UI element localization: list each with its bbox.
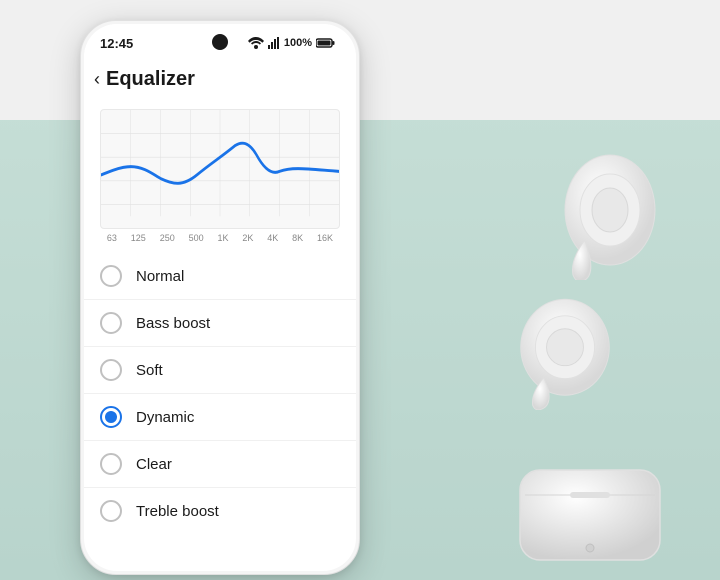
freq-2k: 2K: [242, 233, 253, 243]
earbud-left-svg: [505, 290, 625, 410]
radio-dynamic[interactable]: [100, 406, 122, 428]
status-bar: 12:45 100%: [84, 24, 356, 62]
battery-icon: [316, 37, 336, 49]
eq-label-bass-boost: Bass boost: [136, 315, 210, 332]
earbud-left: [505, 290, 625, 420]
app-header: ‹ Equalizer: [84, 62, 356, 101]
earbud-case: [510, 450, 670, 570]
freq-4k: 4K: [267, 233, 278, 243]
eq-label-clear: Clear: [136, 456, 172, 473]
back-button[interactable]: ‹: [94, 69, 100, 90]
eq-frequency-labels: 63 125 250 500 1K 2K 4K 8K 16K: [84, 229, 356, 243]
signal-icon: [268, 37, 280, 49]
radio-dynamic-fill: [105, 411, 117, 423]
eq-options-list: Normal Bass boost Soft Dynamic Clear: [84, 253, 356, 534]
camera-notch: [212, 34, 228, 50]
eq-label-treble-boost: Treble boost: [136, 503, 219, 520]
freq-16k: 16K: [317, 233, 333, 243]
eq-option-soft[interactable]: Soft: [84, 347, 356, 394]
case-svg: [510, 450, 670, 570]
battery-text: 100%: [284, 37, 312, 49]
freq-250: 250: [160, 233, 175, 243]
radio-soft[interactable]: [100, 359, 122, 381]
phone-screen: 12:45 100%: [84, 24, 356, 571]
eq-option-bass-boost[interactable]: Bass boost: [84, 300, 356, 347]
freq-8k: 8K: [292, 233, 303, 243]
eq-chart-svg: [101, 110, 339, 228]
freq-500: 500: [189, 233, 204, 243]
earbud-right-svg: [535, 140, 665, 280]
eq-chart: [100, 109, 340, 229]
eq-label-normal: Normal: [136, 268, 184, 285]
page-title: Equalizer: [106, 68, 195, 91]
radio-bass-boost[interactable]: [100, 312, 122, 334]
freq-1k: 1K: [217, 233, 228, 243]
radio-clear[interactable]: [100, 453, 122, 475]
status-time: 12:45: [100, 36, 133, 51]
eq-option-normal[interactable]: Normal: [84, 253, 356, 300]
freq-125: 125: [131, 233, 146, 243]
eq-option-clear[interactable]: Clear: [84, 441, 356, 488]
phone: 12:45 100%: [80, 20, 360, 575]
wifi-icon: [248, 37, 264, 49]
earbud-right: [535, 140, 665, 280]
eq-option-dynamic[interactable]: Dynamic: [84, 394, 356, 441]
status-icons: 100%: [248, 37, 336, 49]
radio-normal[interactable]: [100, 265, 122, 287]
radio-treble-boost[interactable]: [100, 500, 122, 522]
eq-option-treble-boost[interactable]: Treble boost: [84, 488, 356, 534]
eq-label-soft: Soft: [136, 362, 163, 379]
eq-label-dynamic: Dynamic: [136, 409, 194, 426]
freq-63: 63: [107, 233, 117, 243]
